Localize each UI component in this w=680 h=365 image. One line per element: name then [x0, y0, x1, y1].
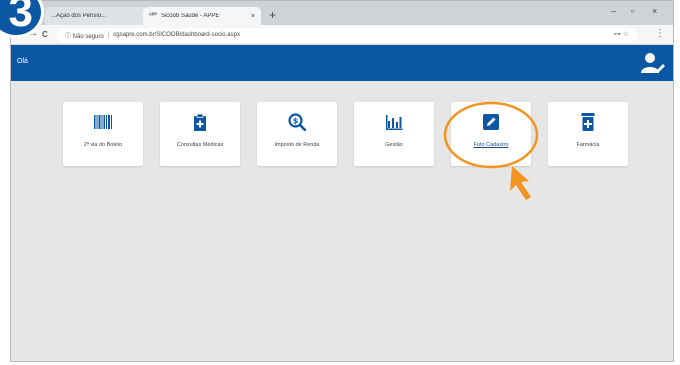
- highlight-ellipse: [443, 101, 539, 169]
- pointer-arrow-icon: [510, 166, 531, 200]
- browser-window: ...Ação dos Pensio... × ᴬᴾᴾ Sicoob Saúde…: [10, 0, 674, 362]
- highlight-annotation: [443, 101, 539, 200]
